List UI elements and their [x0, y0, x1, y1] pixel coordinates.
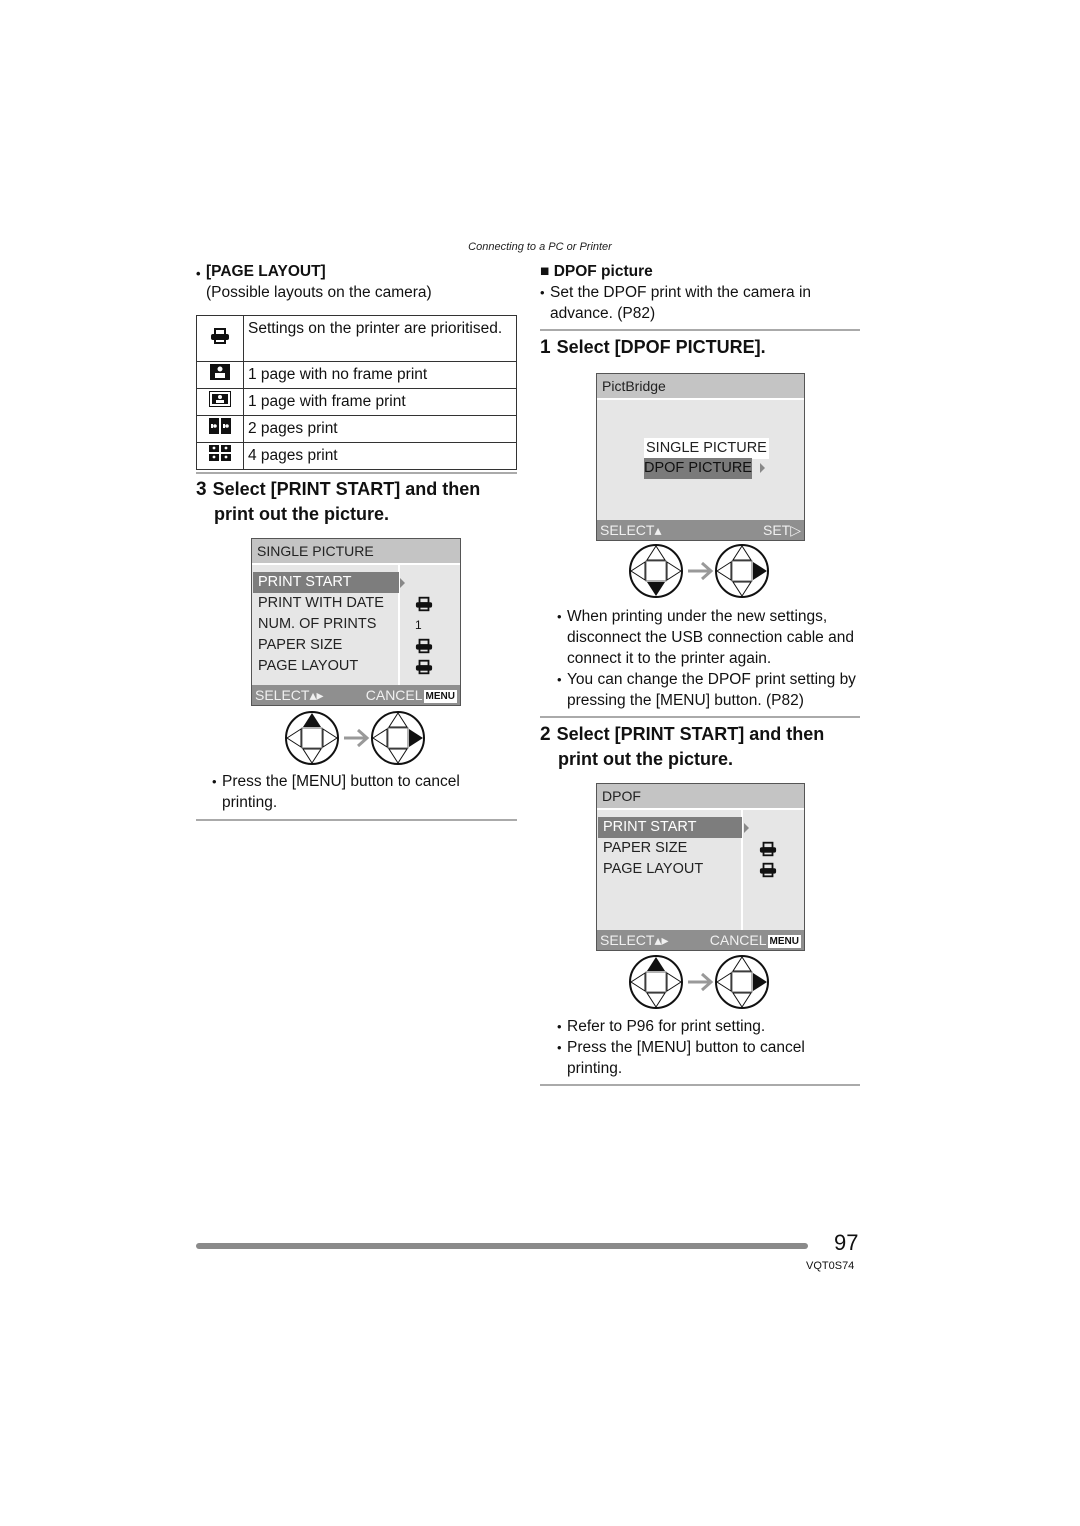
dpad-up-pressed-icon — [629, 955, 683, 1009]
dpof-heading: ■ DPOF picture — [540, 263, 653, 280]
printer-icon — [415, 638, 433, 654]
num-of-prints-value: 1 — [415, 618, 422, 632]
menu-item-paper-size[interactable]: PAPER SIZE — [253, 635, 342, 656]
screen-footer: SELECT▴▸ CANCEL MENU — [252, 685, 460, 705]
menu-item-num-of-prints[interactable]: NUM. OF PRINTS — [253, 614, 376, 635]
menu-item-print-start[interactable]: PRINT START — [253, 572, 399, 593]
caret-right-icon — [744, 823, 749, 833]
dpof-note: Set the DPOF print with the camera in ad… — [540, 282, 860, 324]
arrow-right-icon — [688, 561, 714, 581]
screen-title: PictBridge — [597, 374, 804, 400]
footer-set-label: SET — [762, 522, 791, 538]
printer-icon — [415, 659, 433, 675]
square-bullet-icon: ■ — [540, 263, 550, 280]
dpad-instruction-dpof-1 — [628, 543, 778, 608]
printer-icon — [415, 596, 433, 612]
printer-icon — [759, 841, 777, 857]
table-row: 1 page with no frame print — [196, 361, 517, 389]
cancel-note: Press the [MENU] button to cancel printi… — [212, 771, 512, 813]
table-row: 2 pages print — [196, 415, 517, 443]
divider — [540, 329, 860, 331]
caret-right-icon — [400, 578, 405, 588]
layout-description: 4 pages print — [243, 442, 517, 470]
page-footer-bar — [196, 1243, 808, 1249]
page-layout-subtitle: (Possible layouts on the camera) — [206, 284, 432, 301]
section-header: Connecting to a PC or Printer — [468, 241, 612, 253]
camera-screen-pictbridge: PictBridge SINGLE PICTURE DPOF PICTURE S… — [596, 373, 805, 541]
footer-cancel-label: CANCEL — [365, 687, 423, 703]
print-notes: Refer to P96 for print setting. Press th… — [557, 1016, 862, 1079]
dpad-down-pressed-icon — [629, 544, 683, 598]
screen-footer: SELECT▴ SET▷ — [597, 520, 804, 540]
set-arrow-icon: ▷ — [790, 522, 801, 538]
layout-description: 1 page with frame print — [243, 388, 517, 416]
divider — [540, 716, 860, 718]
no-frame-layout-icon — [196, 361, 244, 389]
arrow-right-icon — [344, 728, 370, 748]
camera-screen-dpof: DPOF PRINT START PAPER SIZE PAGE LAYOUT … — [596, 783, 805, 951]
menu-item-print-with-date[interactable]: PRINT WITH DATE — [253, 593, 384, 614]
screen-title: DPOF — [597, 784, 804, 810]
dpad-instruction-left — [284, 710, 434, 775]
footer-select-label: SELECT — [600, 522, 655, 538]
step-3-heading: 3 Select [PRINT START] and then print out… — [196, 479, 481, 524]
option-dpof-picture[interactable]: DPOF PICTURE — [644, 458, 752, 479]
dpad-right-pressed-icon — [371, 711, 425, 765]
frame-layout-icon — [196, 388, 244, 416]
layout-description: 1 page with no frame print — [243, 361, 517, 389]
caret-right-icon — [760, 463, 765, 473]
select-updown-right-icon: ▴▸ — [654, 932, 669, 948]
footer-select-label: SELECT — [600, 932, 655, 948]
menu-item-print-start[interactable]: PRINT START — [598, 817, 742, 838]
screen-title: SINGLE PICTURE — [252, 539, 460, 565]
layout-description: Settings on the printer are prioritised. — [243, 315, 517, 362]
page-number: 97 — [834, 1230, 859, 1255]
divider — [196, 472, 517, 474]
menu-item-paper-size[interactable]: PAPER SIZE — [598, 838, 687, 859]
dpad-instruction-dpof-2 — [628, 954, 778, 1019]
layout-description: 2 pages print — [243, 415, 517, 443]
dpof-notes: When printing under the new settings, di… — [557, 606, 862, 711]
two-pages-layout-icon — [196, 415, 244, 443]
camera-screen-single-picture: SINGLE PICTURE PRINT START PRINT WITH DA… — [251, 538, 461, 706]
four-pages-layout-icon — [196, 442, 244, 470]
divider — [196, 819, 517, 821]
page-layout-table: Settings on the printer are prioritised.… — [196, 315, 517, 470]
select-updown-icon: ▴ — [654, 522, 662, 538]
step-2-heading: 2 Select [PRINT START] and then print out… — [540, 724, 825, 769]
footer-cancel-label: CANCEL — [709, 932, 767, 948]
table-row: 1 page with frame print — [196, 388, 517, 416]
menu-button-badge: MENU — [423, 689, 457, 703]
footer-select-label: SELECT — [255, 687, 310, 703]
dpad-right-pressed-icon — [715, 955, 769, 1009]
table-row: Settings on the printer are prioritised. — [196, 315, 517, 362]
screen-footer: SELECT▴▸ CANCEL MENU — [597, 930, 804, 950]
printer-icon — [759, 862, 777, 878]
option-single-picture[interactable]: SINGLE PICTURE — [644, 438, 769, 459]
arrow-right-icon — [688, 972, 714, 992]
divider — [540, 1084, 860, 1086]
printer-icon — [196, 315, 244, 362]
table-row: 4 pages print — [196, 442, 517, 470]
dpad-right-pressed-icon — [715, 544, 769, 598]
menu-item-page-layout[interactable]: PAGE LAYOUT — [253, 656, 358, 677]
select-updown-right-icon: ▴▸ — [309, 687, 324, 703]
menu-button-badge: MENU — [767, 934, 801, 948]
dpad-up-pressed-icon — [285, 711, 339, 765]
page-layout-heading: [PAGE LAYOUT] — [196, 261, 326, 282]
document-code: VQT0S74 — [806, 1260, 855, 1272]
menu-item-page-layout[interactable]: PAGE LAYOUT — [598, 859, 703, 880]
step-1-heading: 1 Select [DPOF PICTURE]. — [540, 337, 766, 358]
